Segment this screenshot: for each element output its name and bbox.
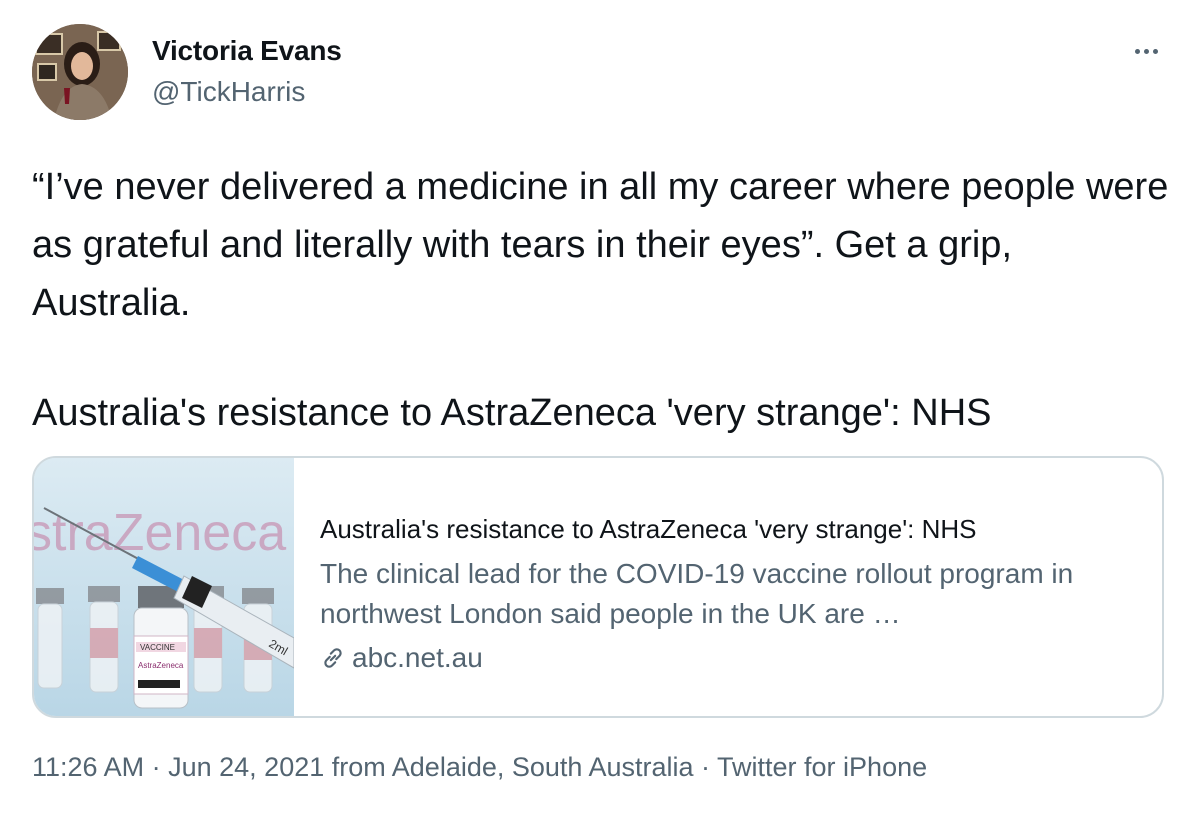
- tweet-text-para1: “I’ve never delivered a medicine in all …: [32, 166, 1179, 324]
- dot: [1143, 48, 1149, 54]
- meta-from: from: [331, 752, 386, 782]
- vaccine-image: straZeneca VACCINE AstraZeneca 2ml: [34, 458, 294, 716]
- link-icon: [324, 648, 342, 668]
- tweet: Victoria Evans @TickHarris “I’ve never d…: [0, 0, 1196, 818]
- tweet-date[interactable]: Jun 24, 2021: [168, 752, 324, 782]
- avatar[interactable]: [32, 24, 128, 120]
- link-card[interactable]: straZeneca VACCINE AstraZeneca 2ml Austr…: [32, 456, 1164, 718]
- card-domain-text: abc.net.au: [352, 642, 483, 673]
- dot: [1134, 48, 1140, 54]
- thumb-vial-label: VACCINE: [140, 643, 175, 652]
- tweet-location[interactable]: Adelaide, South Australia: [392, 752, 694, 782]
- display-name[interactable]: Victoria Evans: [152, 35, 342, 67]
- avatar-image: [32, 24, 128, 120]
- handle[interactable]: @TickHarris: [152, 76, 305, 108]
- tweet-time[interactable]: 11:26 AM: [32, 752, 144, 782]
- tweet-meta: 11:26 AM · Jun 24, 2021 from Adelaide, S…: [32, 752, 927, 783]
- tweet-source[interactable]: Twitter for iPhone: [717, 752, 927, 782]
- card-description: The clinical lead for the COVID-19 vacci…: [320, 558, 1074, 629]
- card-body: Australia's resistance to AstraZeneca 'v…: [294, 458, 1130, 716]
- more-horizontal-icon[interactable]: [1124, 36, 1168, 66]
- card-domain: abc.net.au: [320, 638, 1130, 678]
- tweet-text: “I’ve never delivered a medicine in all …: [32, 158, 1172, 442]
- thumb-logo-text: straZeneca: [34, 504, 286, 562]
- meta-separator: ·: [151, 752, 161, 782]
- card-thumbnail: straZeneca VACCINE AstraZeneca 2ml: [34, 458, 294, 716]
- card-title: Australia's resistance to AstraZeneca 'v…: [320, 514, 977, 544]
- meta-separator: ·: [701, 752, 711, 782]
- thumb-vial-brand: AstraZeneca: [138, 661, 184, 670]
- dot: [1152, 48, 1158, 54]
- tweet-text-para2: Australia's resistance to AstraZeneca 'v…: [32, 392, 992, 434]
